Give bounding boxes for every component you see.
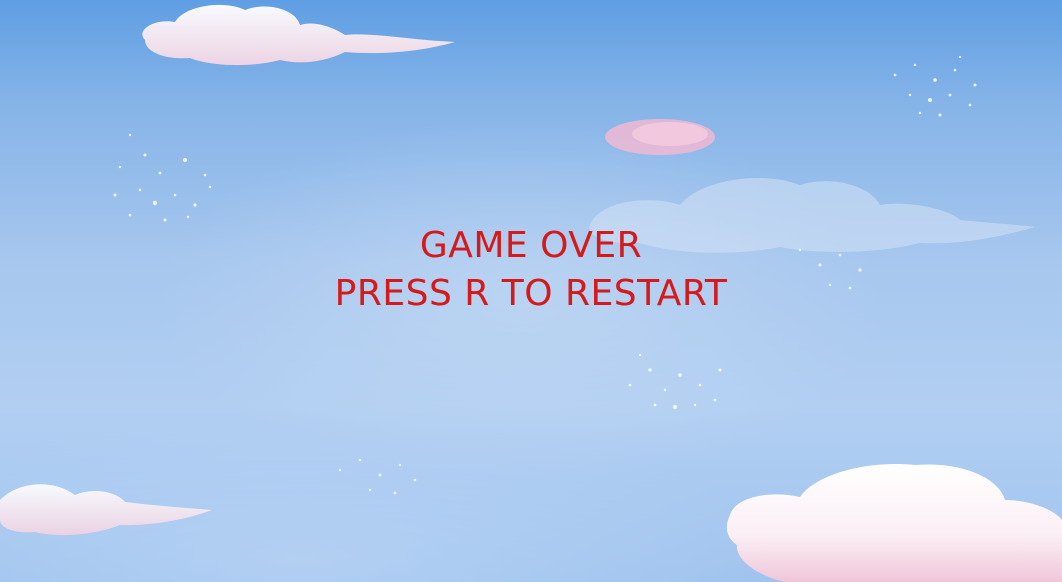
game-over-message: GAME OVER PRESS R TO RESTART [0, 222, 1062, 318]
cloud-pink-puff [605, 119, 715, 155]
sparkles-bottom-center [338, 458, 417, 495]
cloud-bottom-left [0, 484, 212, 536]
restart-prompt: PRESS R TO RESTART [334, 273, 728, 314]
cloud-bottom-right [726, 464, 1062, 582]
game-canvas: GAME OVER PRESS R TO RESTART [0, 0, 1062, 582]
game-over-title: GAME OVER [419, 225, 643, 266]
sparkles-center-right [628, 353, 722, 409]
sparkles-top-right [893, 55, 977, 117]
sparkles-left [113, 133, 212, 222]
cloud-top-left [142, 4, 455, 66]
